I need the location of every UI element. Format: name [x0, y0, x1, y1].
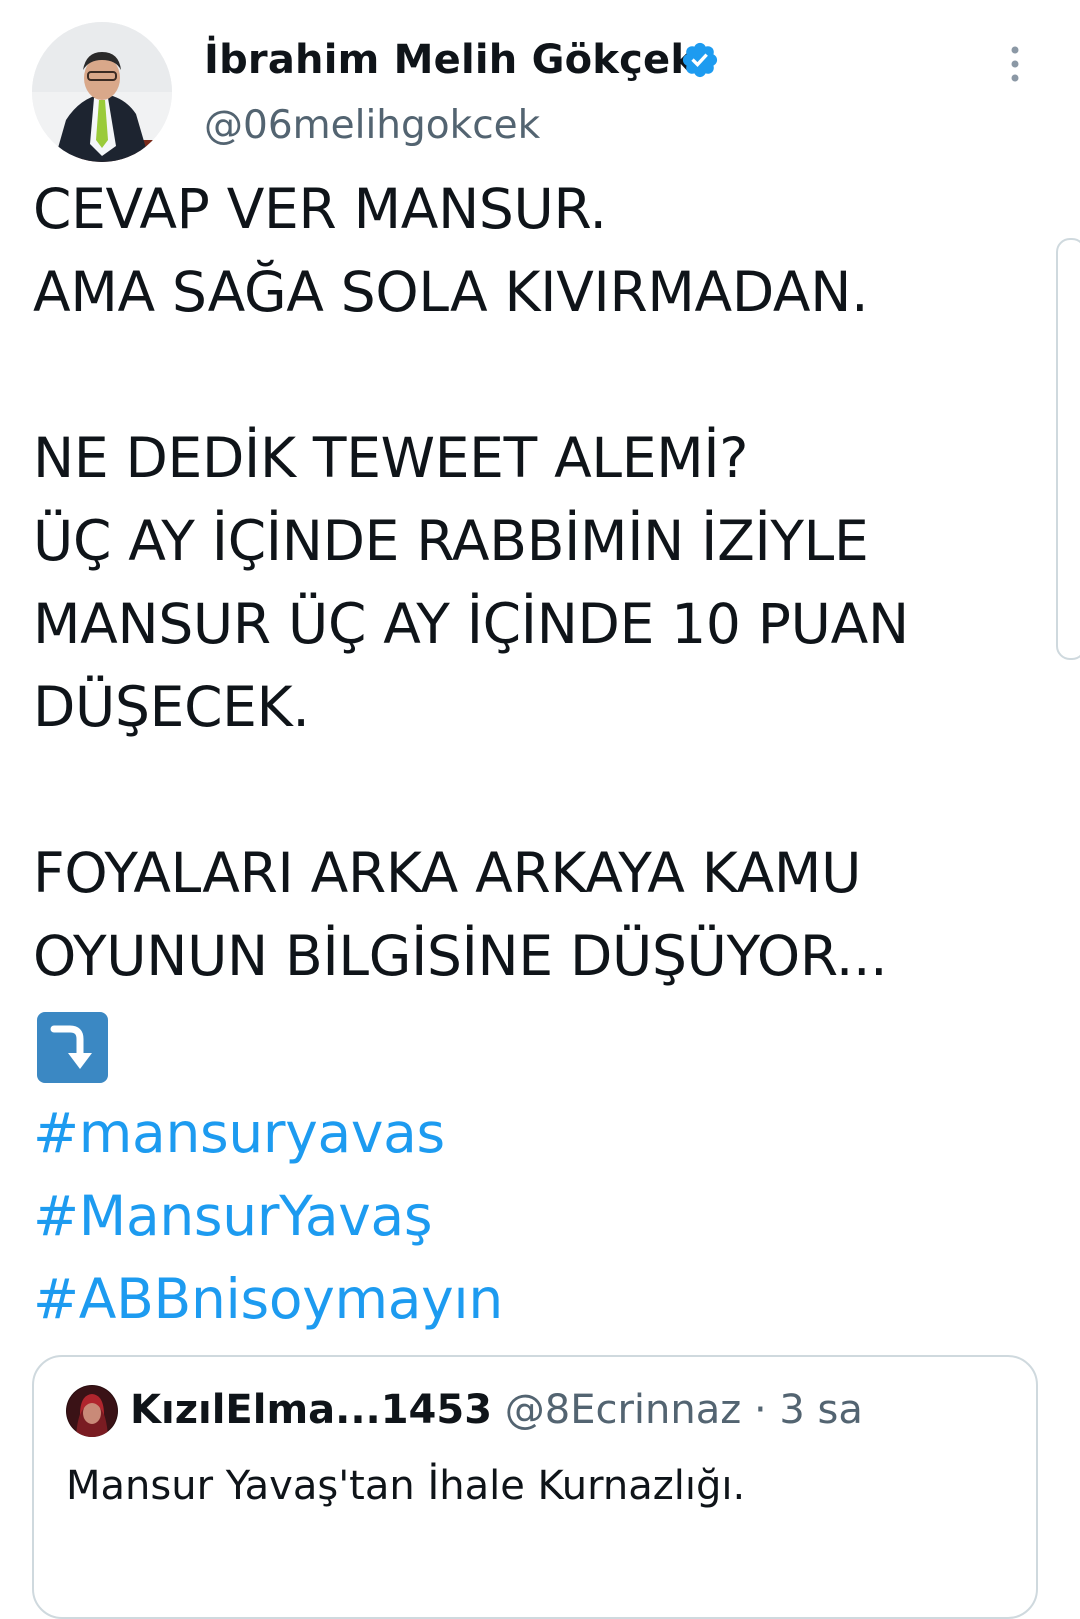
quoted-author-name[interactable]: KızılElma...1453 [130, 1387, 492, 1433]
tweet-text-line: OYUNUN BİLGİSİNE DÜŞÜYOR... [33, 924, 888, 988]
quoted-tweet-time[interactable]: 3 sa [779, 1387, 863, 1433]
hashtag-link[interactable]: #mansuryavas [33, 1092, 503, 1175]
right-arrow-curving-down-emoji-icon [37, 1012, 108, 1083]
separator-dot: · [753, 1387, 767, 1433]
verified-badge-icon [682, 42, 718, 78]
tweet-text: CEVAP VER MANSUR. AMA SAĞA SOLA KIVIRMAD… [33, 168, 1043, 998]
quoted-tweet-header: KızılElma...1453 @8Ecrinnaz · 3 sa [130, 1383, 863, 1437]
hashtag-link[interactable]: #ABBnisoymayın [33, 1258, 503, 1341]
quoted-author-avatar[interactable] [66, 1385, 118, 1437]
more-vertical-icon[interactable] [1000, 40, 1030, 88]
hashtag-list: #mansuryavas #MansurYavaş #ABBnisoymayın [33, 1092, 503, 1341]
author-avatar[interactable] [32, 22, 172, 162]
tweet-text-line: ÜÇ AY İÇİNDE RABBİMİN İZİYLE [33, 509, 869, 573]
hashtag-link[interactable]: #MansurYavaş [33, 1175, 503, 1258]
tweet-text-line: CEVAP VER MANSUR. [33, 177, 607, 241]
side-panel-edge [1056, 238, 1080, 660]
tweet-text-line: NE DEDİK TEWEET ALEMİ? [33, 426, 749, 490]
author-display-name[interactable]: İbrahim Melih Gökçek [204, 34, 697, 86]
author-handle[interactable]: @06melihgokcek [204, 100, 540, 152]
tweet-text-line: FOYALARI ARKA ARKAYA KAMU [33, 841, 862, 905]
tweet-text-line: DÜŞECEK. [33, 675, 310, 739]
tweet-text-line: MANSUR ÜÇ AY İÇİNDE 10 PUAN [33, 592, 909, 656]
quoted-tweet-card[interactable]: KızılElma...1453 @8Ecrinnaz · 3 sa Mansu… [32, 1355, 1038, 1619]
quoted-author-handle[interactable]: @8Ecrinnaz [505, 1387, 741, 1433]
tweet-text-line: AMA SAĞA SOLA KIVIRMADAN. [33, 260, 869, 324]
quoted-tweet-text: Mansur Yavaş'tan İhale Kurnazlığı. [66, 1463, 746, 1509]
